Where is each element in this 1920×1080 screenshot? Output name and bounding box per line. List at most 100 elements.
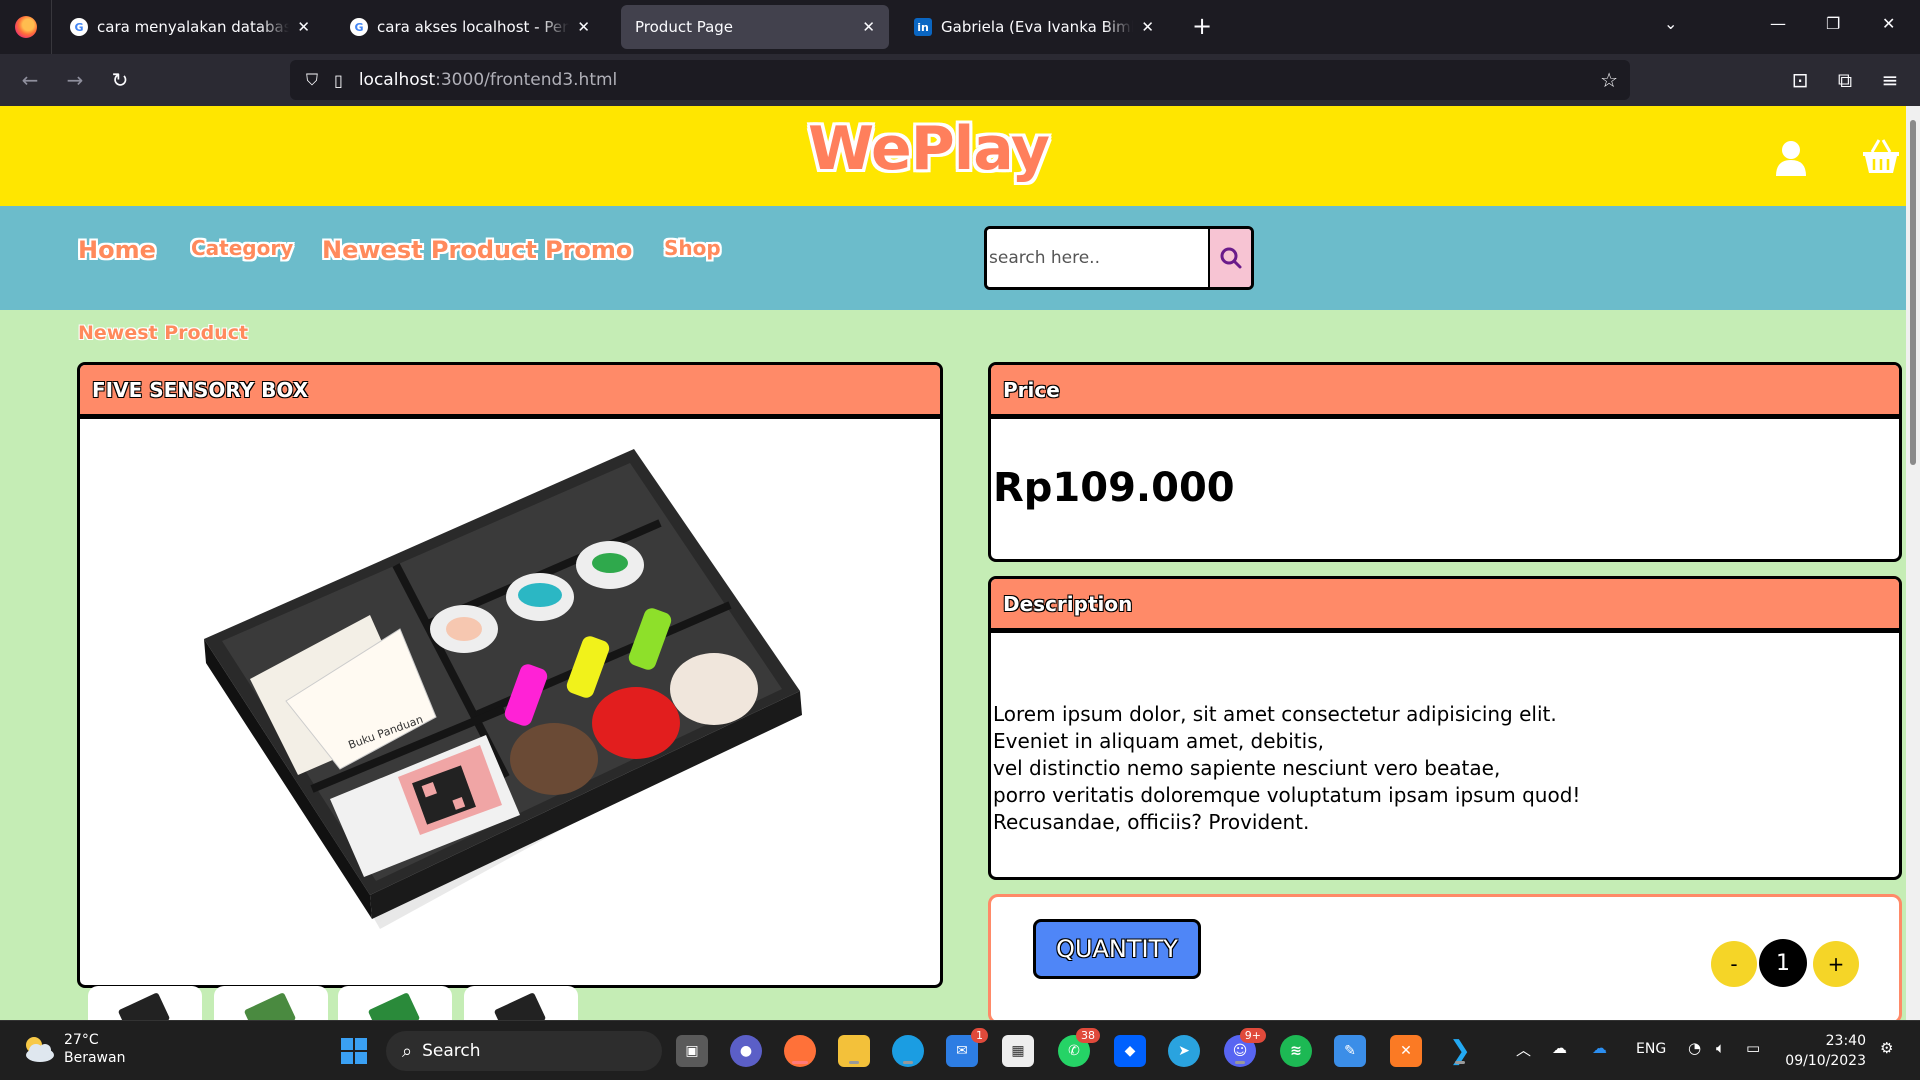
quantity-panel: QUANTITY - 1 +: [988, 894, 1902, 1020]
quantity-increase-button[interactable]: +: [1813, 941, 1859, 987]
nav-shop[interactable]: Shop: [664, 236, 721, 260]
description-text: Lorem ipsum dolor, sit amet consectetur …: [993, 701, 1580, 836]
language-indicator[interactable]: ENG: [1636, 1041, 1666, 1057]
teams-chat-icon[interactable]: ●: [730, 1035, 762, 1067]
description-line: Lorem ipsum dolor, sit amet consectetur …: [993, 702, 1557, 726]
quantity-value: 1: [1759, 939, 1807, 987]
mail-badge: 1: [971, 1028, 988, 1043]
reload-icon[interactable]: ↻: [106, 66, 134, 94]
discord-icon[interactable]: ☺ 9+: [1224, 1028, 1266, 1067]
bookmark-star-icon[interactable]: ☆: [1600, 68, 1618, 92]
page-icon: ▯: [334, 70, 343, 90]
microsoft-store-icon[interactable]: ▦: [1002, 1035, 1034, 1067]
dropbox-icon[interactable]: ◆: [1114, 1035, 1146, 1067]
forward-icon[interactable]: →: [61, 66, 89, 94]
description-line: Recusandae, officiis? Provident.: [993, 810, 1310, 834]
weather-desc: Berawan: [64, 1050, 126, 1066]
search-input[interactable]: [987, 229, 1208, 287]
scrollbar-thumb[interactable]: [1910, 120, 1916, 465]
wifi-icon[interactable]: ◔: [1688, 1039, 1701, 1057]
firefox-taskbar-icon[interactable]: [784, 1035, 816, 1067]
volume-icon[interactable]: 🔈︎: [1716, 1039, 1725, 1057]
browser-nav-bar: ← → ↻ ⛉ ▯ localhost:3000/frontend3.html …: [0, 54, 1920, 106]
url-path: :3000/frontend3.html: [435, 70, 618, 90]
browser-tab-bar: G cara menyalakan database - Penelusuran…: [0, 0, 1920, 54]
product-image[interactable]: Buku Panduan: [80, 419, 940, 979]
thumbnail[interactable]: [214, 986, 328, 1020]
task-view-icon[interactable]: ▣: [676, 1035, 708, 1067]
nav-newest-product[interactable]: Newest Product: [322, 236, 537, 264]
onedrive-icon[interactable]: ☁: [1592, 1039, 1607, 1057]
google-icon: G: [70, 18, 88, 36]
taskbar-clock[interactable]: 23:40 09/10/2023: [1778, 1031, 1866, 1071]
price-panel: Price Rp109.000: [988, 362, 1902, 562]
url-bar[interactable]: ⛉ ▯ localhost:3000/frontend3.html ☆: [290, 60, 1630, 100]
file-explorer-icon[interactable]: [838, 1035, 870, 1067]
notifications-icon[interactable]: ⚙: [1880, 1039, 1893, 1057]
app-menu-icon[interactable]: ≡: [1876, 66, 1904, 94]
restore-icon[interactable]: ❐: [1826, 14, 1840, 33]
whatsapp-icon[interactable]: ✆ 38: [1058, 1028, 1100, 1067]
telegram-icon[interactable]: ➤: [1168, 1035, 1200, 1067]
shield-icon[interactable]: ⛉: [306, 70, 318, 90]
description-line: vel distinctio nemo sapiente nesciunt ve…: [993, 756, 1501, 780]
search-button[interactable]: [1208, 229, 1251, 287]
taskbar-search-label: Search: [422, 1041, 481, 1061]
edge-icon[interactable]: [892, 1035, 924, 1067]
pocket-icon[interactable]: ⊡: [1786, 66, 1814, 94]
description-panel: Description Lorem ipsum dolor, sit amet …: [988, 576, 1902, 880]
clock-date: 09/10/2023: [1785, 1053, 1866, 1069]
shopping-basket-icon[interactable]: [1862, 138, 1900, 174]
search-icon: ⌕: [402, 1040, 413, 1062]
firefox-menu-icon[interactable]: [0, 0, 52, 54]
quantity-decrease-button[interactable]: -: [1711, 941, 1757, 987]
close-tab-icon[interactable]: ✕: [577, 18, 590, 36]
close-window-icon[interactable]: ✕: [1882, 14, 1895, 33]
tab-title: cara menyalakan database - Penelusuran G…: [97, 18, 290, 36]
close-tab-icon[interactable]: ✕: [862, 18, 875, 36]
description-header: Description: [991, 579, 1899, 633]
spotify-icon[interactable]: ≋: [1280, 1035, 1312, 1067]
clock-time: 23:40: [1825, 1033, 1866, 1049]
thumbnail[interactable]: [464, 986, 578, 1020]
minimize-icon[interactable]: —: [1770, 14, 1786, 33]
main-nav: Home Category Newest Product Promo Shop: [0, 206, 1906, 310]
price-header: Price: [991, 365, 1899, 419]
extensions-icon[interactable]: ⧉: [1831, 66, 1859, 94]
tab-title: Gabriela (Eva Ivanka Bimbin) Bimbin: [941, 18, 1133, 36]
nav-promo[interactable]: Promo: [545, 236, 632, 264]
close-tab-icon[interactable]: ✕: [1141, 18, 1154, 36]
paint-icon[interactable]: ✎: [1334, 1035, 1366, 1067]
tab-google-search-2[interactable]: G cara akses localhost - Penelusuran Goo…: [336, 5, 604, 49]
nav-home[interactable]: Home: [78, 236, 156, 264]
tab-title: cara akses localhost - Penelusuran Googl…: [377, 18, 570, 36]
description-line: Eveniet in aliquam amet, debitis,: [993, 729, 1324, 753]
linkedin-icon: in: [914, 18, 932, 36]
new-tab-icon[interactable]: +: [1192, 12, 1212, 40]
user-icon[interactable]: [1776, 140, 1806, 176]
tab-title: Product Page: [635, 18, 734, 36]
show-hidden-icons[interactable]: ︿: [1516, 1039, 1531, 1060]
xampp-icon[interactable]: ✕: [1390, 1035, 1422, 1067]
tab-linkedin[interactable]: in Gabriela (Eva Ivanka Bimbin) Bimbin ✕: [900, 5, 1168, 49]
page-viewport: WePlay Home Category Newest Product Prom…: [0, 106, 1906, 1020]
close-tab-icon[interactable]: ✕: [297, 18, 310, 36]
mail-icon[interactable]: ✉ 1: [946, 1028, 988, 1067]
battery-icon[interactable]: ▭: [1746, 1039, 1760, 1057]
vscode-icon[interactable]: ❯: [1444, 1035, 1476, 1067]
thumbnail[interactable]: [88, 986, 202, 1020]
taskbar-search[interactable]: ⌕ Search: [386, 1031, 662, 1071]
windows-start-icon[interactable]: [338, 1035, 370, 1067]
list-all-tabs-icon[interactable]: ⌄: [1664, 14, 1677, 33]
nav-category[interactable]: Category: [191, 236, 293, 260]
url-host: localhost: [358, 70, 436, 90]
thumbnail[interactable]: [338, 986, 452, 1020]
onedrive-sync-icon[interactable]: ☁: [1552, 1039, 1567, 1057]
site-logo[interactable]: WePlay: [808, 114, 1050, 184]
quantity-label: QUANTITY: [1033, 919, 1201, 979]
tab-product-page[interactable]: Product Page ✕: [621, 5, 889, 49]
weather-widget[interactable]: 27°C Berawan: [20, 1031, 125, 1067]
tab-google-search-1[interactable]: G cara menyalakan database - Penelusuran…: [56, 5, 324, 49]
breadcrumb[interactable]: Newest Product: [78, 322, 248, 344]
back-icon[interactable]: ←: [16, 66, 44, 94]
